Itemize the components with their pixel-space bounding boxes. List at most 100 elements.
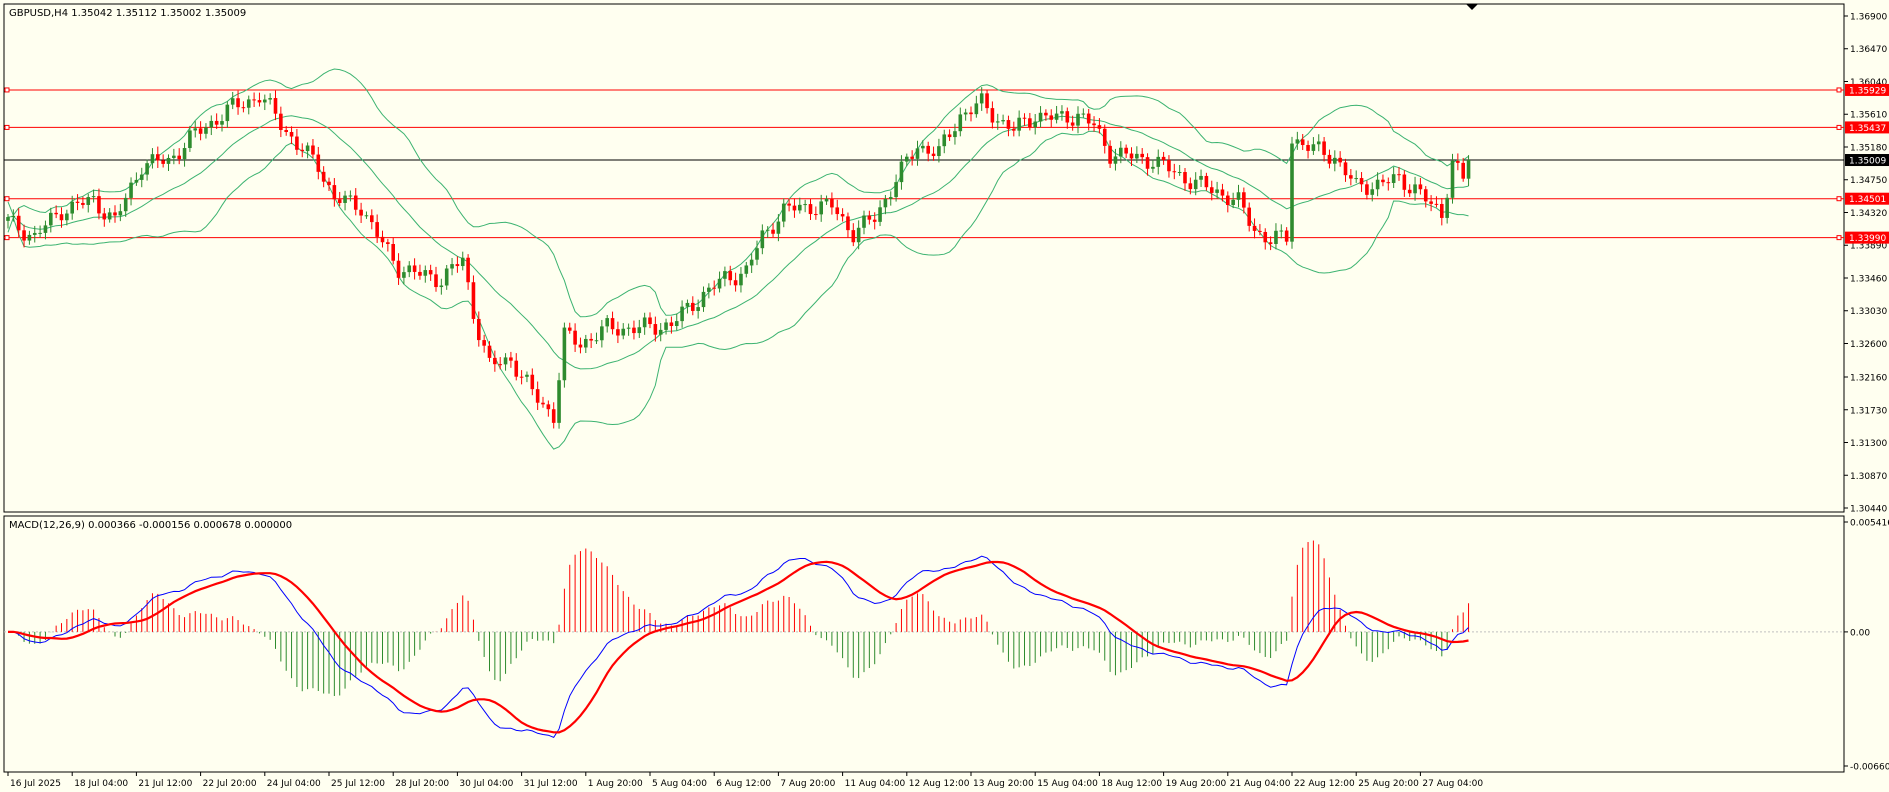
candle-body [562, 327, 567, 381]
candle-body [332, 185, 337, 200]
candle-body [1456, 160, 1460, 163]
candle-body [1407, 189, 1412, 194]
candle-body [209, 120, 214, 128]
candle-body [765, 229, 770, 231]
candle-body [1097, 125, 1102, 129]
level-handle-left [4, 124, 10, 130]
price-axis-label: 1.35610 [1850, 111, 1887, 121]
candle-body [1081, 113, 1086, 115]
candle-body [284, 129, 288, 133]
candle-body [477, 318, 481, 341]
candle-body [776, 221, 781, 234]
macd-pane[interactable] [3, 515, 1845, 773]
candle-body [1017, 117, 1021, 131]
candle-body [252, 99, 256, 101]
candle-body [1033, 121, 1037, 128]
candle-body [145, 163, 149, 175]
candle-body [1183, 172, 1187, 184]
candle-body [519, 376, 524, 378]
price-axis-label: 1.32600 [1850, 340, 1887, 350]
time-axis-label: 22 Jul 20:00 [203, 779, 257, 789]
candle-body [546, 404, 551, 410]
candle-body [380, 236, 385, 243]
candle-body [54, 212, 58, 215]
candle-body [851, 230, 856, 243]
candle-body [107, 212, 112, 220]
candle-body [1086, 113, 1091, 124]
price-axis-label: 1.33460 [1850, 274, 1887, 284]
candle-body [594, 340, 599, 342]
candle-body [1413, 184, 1417, 194]
candle-body [343, 195, 347, 203]
chart-window[interactable]: 1.369001.364701.360401.356101.351801.347… [0, 0, 1889, 792]
candle-body [1365, 184, 1369, 195]
candle-body [230, 98, 235, 105]
candle-body [1268, 242, 1273, 245]
candle-body [707, 287, 711, 292]
candle-body [450, 264, 454, 269]
candle-body [418, 271, 422, 276]
price-axis-label: 1.30870 [1850, 472, 1887, 482]
candle-body [1038, 112, 1043, 122]
candle-body [535, 389, 540, 403]
macd-axis-label: -0.006609 [1850, 763, 1889, 773]
candle-body [883, 198, 888, 208]
candle-body [910, 156, 914, 159]
candle-body [11, 215, 16, 218]
candle-body [1135, 153, 1139, 159]
candle-body [947, 134, 952, 138]
candle-body [749, 259, 754, 266]
candle-body [696, 307, 700, 311]
candle-body [589, 338, 593, 341]
price-axis: 1.369001.364701.360401.356101.351801.347… [1844, 13, 1889, 773]
candle-body [289, 132, 294, 137]
time-axis-label: 19 Aug 20:00 [1166, 779, 1227, 789]
candle-body [1001, 120, 1005, 122]
candle-body [198, 128, 203, 134]
candle-body [412, 265, 417, 272]
candle-body [402, 272, 406, 278]
candle-body [97, 196, 101, 214]
time-axis-label: 30 Jul 04:00 [459, 779, 513, 789]
candle-body [728, 271, 733, 281]
price-pane[interactable] [3, 3, 1845, 513]
candle-body [1258, 230, 1262, 232]
macd-axis-label: 0.005416 [1850, 519, 1889, 529]
candle-body [942, 134, 947, 147]
candle-body [830, 198, 834, 208]
candle-body [161, 160, 165, 164]
candle-body [653, 324, 658, 335]
price-axis-label: 1.36900 [1850, 13, 1887, 23]
candle-body [541, 402, 545, 405]
candle-body [129, 182, 133, 198]
candle-body [1290, 143, 1294, 242]
candle-body [872, 219, 877, 222]
candle-body [808, 204, 813, 215]
candle-body [1092, 123, 1096, 126]
candle-body [1461, 162, 1465, 179]
candle-body [225, 104, 230, 122]
candle-body [931, 153, 936, 157]
time-axis-label: 5 Aug 04:00 [652, 779, 707, 789]
candle-body [1381, 179, 1385, 183]
candle-body [1028, 118, 1032, 128]
time-axis-label: 24 Jul 04:00 [267, 779, 321, 789]
candle-body [963, 112, 968, 115]
candle-body [1102, 128, 1107, 146]
candle-body [835, 207, 840, 215]
candle-body [680, 306, 684, 322]
candle-body [487, 345, 492, 358]
candle-body [1044, 112, 1048, 116]
candle-body [723, 271, 727, 279]
candle-body [503, 357, 508, 365]
price-axis-label: 1.34320 [1850, 209, 1887, 219]
candle-body [905, 156, 909, 162]
candle-body [396, 260, 401, 278]
candle-body [701, 291, 706, 308]
candle-body [846, 216, 850, 231]
candle-body [824, 198, 829, 202]
candle-body [717, 278, 722, 289]
level-handle-left [4, 87, 10, 93]
candle-body [428, 270, 433, 275]
level-handle-right [1836, 124, 1842, 130]
